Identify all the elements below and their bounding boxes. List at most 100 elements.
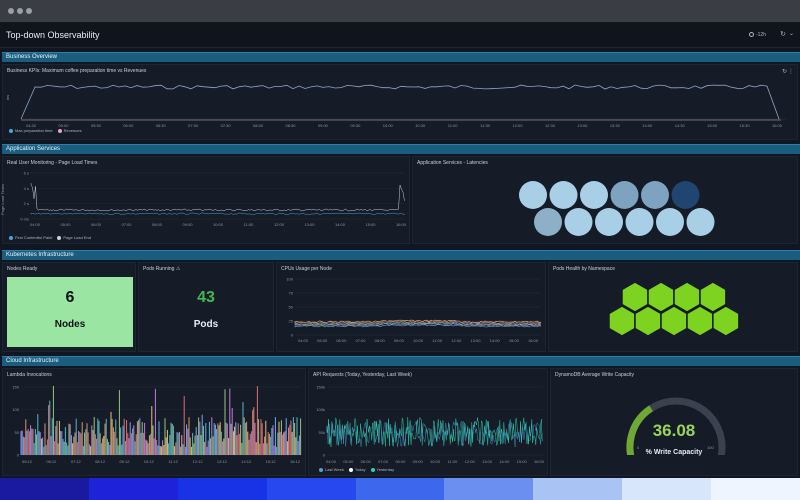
footer-stripe bbox=[0, 478, 89, 500]
panel-rum: Real User Monitoring - Page Load Times P… bbox=[0, 156, 410, 244]
legend-label: Last Week bbox=[325, 467, 344, 472]
refresh-icon[interactable]: ↻ bbox=[782, 68, 787, 75]
x-tick-label: 06:00 bbox=[361, 459, 372, 464]
footer-stripe bbox=[622, 478, 711, 500]
x-tick-label: 12:12 bbox=[193, 459, 204, 464]
footer-stripe bbox=[266, 478, 356, 500]
legend-swatch bbox=[9, 236, 13, 240]
nodes-ready-value: 6 bbox=[65, 289, 75, 306]
legend-swatch bbox=[57, 236, 62, 240]
legend-swatch bbox=[370, 468, 375, 472]
latency-cell bbox=[656, 208, 684, 236]
y-tick-label: 25 bbox=[289, 319, 294, 324]
nodes-ready-unit: Nodes bbox=[54, 319, 86, 330]
footer-stripe bbox=[177, 478, 267, 500]
section-kubernetes[interactable]: Kubernetes Infrastructure bbox=[2, 250, 800, 260]
panel-title-text: Pods Running bbox=[143, 266, 175, 272]
latency-cell bbox=[534, 208, 562, 236]
x-tick-label: 12:00 bbox=[451, 338, 462, 343]
latency-cell bbox=[580, 181, 608, 209]
x-tick-label: 08:00 bbox=[152, 222, 163, 227]
chart-legend: Max preparation time Revenues bbox=[9, 128, 87, 133]
x-tick-label: 06:00 bbox=[91, 222, 102, 227]
window-close-icon[interactable] bbox=[8, 8, 14, 14]
y-tick-label: 50 bbox=[15, 430, 20, 435]
more-icon[interactable]: ⋮ bbox=[788, 68, 794, 75]
x-tick-label: 09:00 bbox=[413, 459, 424, 464]
pods-health-hexmap bbox=[608, 281, 740, 337]
x-tick-label: 07:00 bbox=[121, 222, 132, 227]
x-tick-label: 16:00 bbox=[528, 338, 539, 343]
x-tick-label: 09:00 bbox=[394, 338, 405, 343]
x-tick-label: 05:00 bbox=[343, 459, 354, 464]
x-tick-label: 07:00 bbox=[188, 123, 199, 128]
y-tick-label: 4 s bbox=[24, 186, 29, 191]
window-minimize-icon[interactable] bbox=[17, 8, 23, 14]
y-tick-label: 150k bbox=[316, 385, 325, 390]
section-application-services[interactable]: Application Services bbox=[2, 144, 800, 154]
panel-latencies: Application Services - Latencies bbox=[412, 156, 798, 244]
x-tick-label: 08:00 bbox=[375, 338, 386, 343]
panel-dynamodb: DynamoDB Average Write Capacity 36.08 % … bbox=[550, 368, 798, 476]
latency-cell bbox=[519, 181, 547, 209]
section-title: Application Services bbox=[6, 146, 61, 152]
x-tick-label: 06:12 bbox=[46, 459, 57, 464]
series-page-load-end bbox=[30, 183, 405, 212]
section-business-overview[interactable]: Business Overview bbox=[2, 52, 800, 62]
y-tick-label: 100 bbox=[12, 407, 19, 412]
latency-cell bbox=[625, 208, 654, 236]
y-tick-label: 6 s bbox=[24, 171, 29, 176]
gauge-unit: % Write Capacity bbox=[645, 449, 703, 456]
warning-icon[interactable]: ⚠ bbox=[176, 266, 180, 272]
x-tick-label: 14:12 bbox=[241, 459, 252, 464]
panel-nodes-ready: Nodes Ready 6 Nodes bbox=[2, 262, 136, 352]
chevron-down-icon[interactable]: ⌄ bbox=[789, 30, 794, 37]
section-cloud[interactable]: Cloud Infrastructure bbox=[2, 356, 800, 366]
x-tick-label: 16:00 bbox=[534, 459, 545, 464]
browser-titlebar bbox=[0, 0, 800, 22]
footer-stripe bbox=[355, 478, 445, 500]
series-first-contentful-paint bbox=[30, 212, 406, 215]
x-tick-label: 14:30 bbox=[675, 123, 686, 128]
x-tick-label: 07:30 bbox=[221, 123, 232, 128]
x-tick-label: 14:00 bbox=[499, 459, 510, 464]
x-tick-label: 06:00 bbox=[336, 338, 347, 343]
window-maximize-icon[interactable] bbox=[26, 8, 32, 14]
x-tick-label: 13:12 bbox=[217, 459, 228, 464]
x-tick-label: 10:00 bbox=[383, 123, 394, 128]
y-tick-label: 50k bbox=[319, 430, 325, 435]
legend-swatch bbox=[57, 129, 62, 133]
x-tick-label: 10:12 bbox=[144, 459, 155, 464]
refresh-icon[interactable]: ↻ bbox=[780, 30, 786, 38]
y-axis-label: ms bbox=[5, 94, 11, 101]
time-range-label: -12h bbox=[755, 32, 766, 38]
x-tick-label: 09:00 bbox=[318, 123, 329, 128]
api-chart: 150k 100k 50k 004:00 05:00 06:00 07:00 08:00 09:… bbox=[316, 385, 545, 465]
panel-title: DynamoDB Average Write Capacity bbox=[555, 372, 635, 378]
x-tick-label: 05:00 bbox=[60, 222, 71, 227]
kpi-chart: 04:30 05:00 05:30 06:00 06:30 07:00 07:30 08:00… bbox=[20, 84, 787, 128]
x-tick-label: 10:00 bbox=[413, 338, 424, 343]
legend-swatch bbox=[348, 468, 353, 472]
x-tick-label: 14:00 bbox=[642, 123, 653, 128]
panel-business-kpis: Business KPIs: Maximum coffee preparatio… bbox=[2, 64, 798, 140]
x-tick-label: 04:00 bbox=[326, 459, 337, 464]
y-tick-label: 0 bbox=[323, 453, 326, 458]
namespace-hex bbox=[660, 305, 688, 337]
namespace-hex bbox=[686, 305, 714, 337]
x-tick-label: 05:12 bbox=[22, 459, 33, 464]
x-tick-label: 07:12 bbox=[71, 459, 82, 464]
decorative-footer-strip bbox=[0, 478, 800, 500]
panel-lambda: Lambda Invocations 150 100 50 0 05:12 06:12 07… bbox=[2, 368, 306, 476]
x-tick-label: 07:00 bbox=[378, 459, 389, 464]
latency-cell bbox=[641, 181, 669, 209]
section-title: Cloud Infrastructure bbox=[6, 358, 59, 364]
panel-title: Lambda Invocations bbox=[7, 372, 52, 378]
dashboard: Top-down Observability -12h ↻ ⌄ Business… bbox=[0, 22, 800, 478]
footer-stripe bbox=[533, 478, 623, 500]
namespace-hex bbox=[608, 305, 636, 337]
y-tick-label: 100k bbox=[316, 407, 325, 412]
latency-cell bbox=[595, 208, 623, 236]
time-range-picker[interactable]: -12h bbox=[748, 32, 766, 38]
nodes-ready-tile[interactable]: 6 Nodes bbox=[7, 277, 133, 347]
